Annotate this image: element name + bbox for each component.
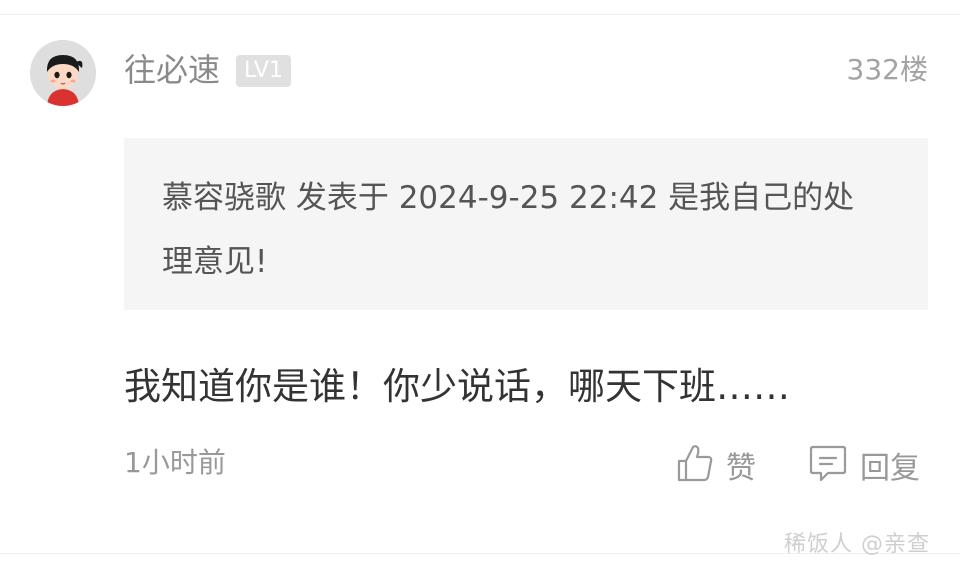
comment-text: 我知道你是谁！你少说话，哪天下班…… bbox=[124, 365, 790, 408]
like-label: 赞 bbox=[726, 451, 756, 486]
watermark: 稀饭人 @亲查 bbox=[784, 532, 930, 557]
floor-number: 332楼 bbox=[846, 53, 928, 86]
avatar[interactable] bbox=[30, 40, 96, 106]
comment-icon bbox=[808, 443, 848, 487]
top-divider bbox=[0, 14, 960, 15]
reply-label: 回复 bbox=[860, 451, 920, 486]
username[interactable]: 往必速 bbox=[124, 50, 220, 90]
thumbs-up-icon bbox=[676, 443, 714, 487]
timestamp: 1小时前 bbox=[124, 446, 226, 479]
reply-button[interactable]: 回复 bbox=[808, 443, 920, 487]
like-button[interactable]: 赞 bbox=[676, 443, 756, 487]
quoted-comment-text: 慕容骁歌 发表于 2024-9-25 22:42 是我自己的处理意见! bbox=[162, 180, 855, 280]
level-badge: LV1 bbox=[236, 55, 291, 87]
quoted-comment[interactable]: 慕容骁歌 发表于 2024-9-25 22:42 是我自己的处理意见! bbox=[124, 138, 928, 310]
